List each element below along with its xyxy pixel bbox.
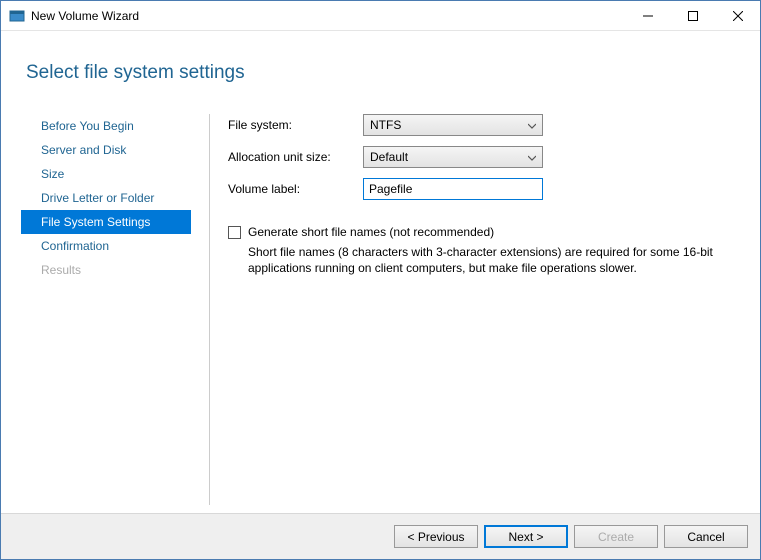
sidebar-item-before-you-begin[interactable]: Before You Begin: [21, 114, 191, 138]
sidebar-item-size[interactable]: Size: [21, 162, 191, 186]
volume-label-input[interactable]: [363, 178, 543, 200]
previous-button[interactable]: < Previous: [394, 525, 478, 548]
maximize-button[interactable]: [670, 1, 715, 30]
file-system-label: File system:: [228, 118, 363, 132]
short-names-help: Short file names (8 characters with 3-ch…: [248, 244, 720, 276]
sidebar-item-confirmation[interactable]: Confirmation: [21, 234, 191, 258]
sidebar-item-server-and-disk[interactable]: Server and Disk: [21, 138, 191, 162]
generate-short-checkbox[interactable]: [228, 226, 241, 239]
page-heading: Select file system settings: [26, 62, 740, 84]
chevron-down-icon: [528, 150, 536, 164]
sidebar-item-results: Results: [21, 258, 191, 282]
file-system-value: NTFS: [370, 118, 401, 132]
allocation-dropdown[interactable]: Default: [363, 146, 543, 168]
close-button[interactable]: [715, 1, 760, 30]
allocation-label: Allocation unit size:: [228, 150, 363, 164]
window-title: New Volume Wizard: [31, 9, 625, 23]
sidebar-item-file-system-settings[interactable]: File System Settings: [21, 210, 191, 234]
sidebar-item-drive-letter[interactable]: Drive Letter or Folder: [21, 186, 191, 210]
titlebar: New Volume Wizard: [1, 1, 760, 31]
next-button[interactable]: Next >: [484, 525, 568, 548]
form-panel: File system: NTFS Allocation unit size: …: [228, 114, 740, 505]
minimize-button[interactable]: [625, 1, 670, 30]
chevron-down-icon: [528, 118, 536, 132]
allocation-value: Default: [370, 150, 408, 164]
wizard-window: New Volume Wizard Select file system set…: [0, 0, 761, 560]
cancel-button[interactable]: Cancel: [664, 525, 748, 548]
window-controls: [625, 1, 760, 30]
content-area: Select file system settings Before You B…: [1, 32, 760, 513]
footer-bar: < Previous Next > Create Cancel: [1, 513, 760, 559]
app-icon: [9, 8, 25, 24]
file-system-dropdown[interactable]: NTFS: [363, 114, 543, 136]
sidebar-nav: Before You Begin Server and Disk Size Dr…: [21, 114, 191, 505]
vertical-divider: [209, 114, 210, 505]
generate-short-label: Generate short file names (not recommend…: [248, 225, 494, 239]
volume-label-label: Volume label:: [228, 182, 363, 196]
create-button: Create: [574, 525, 658, 548]
